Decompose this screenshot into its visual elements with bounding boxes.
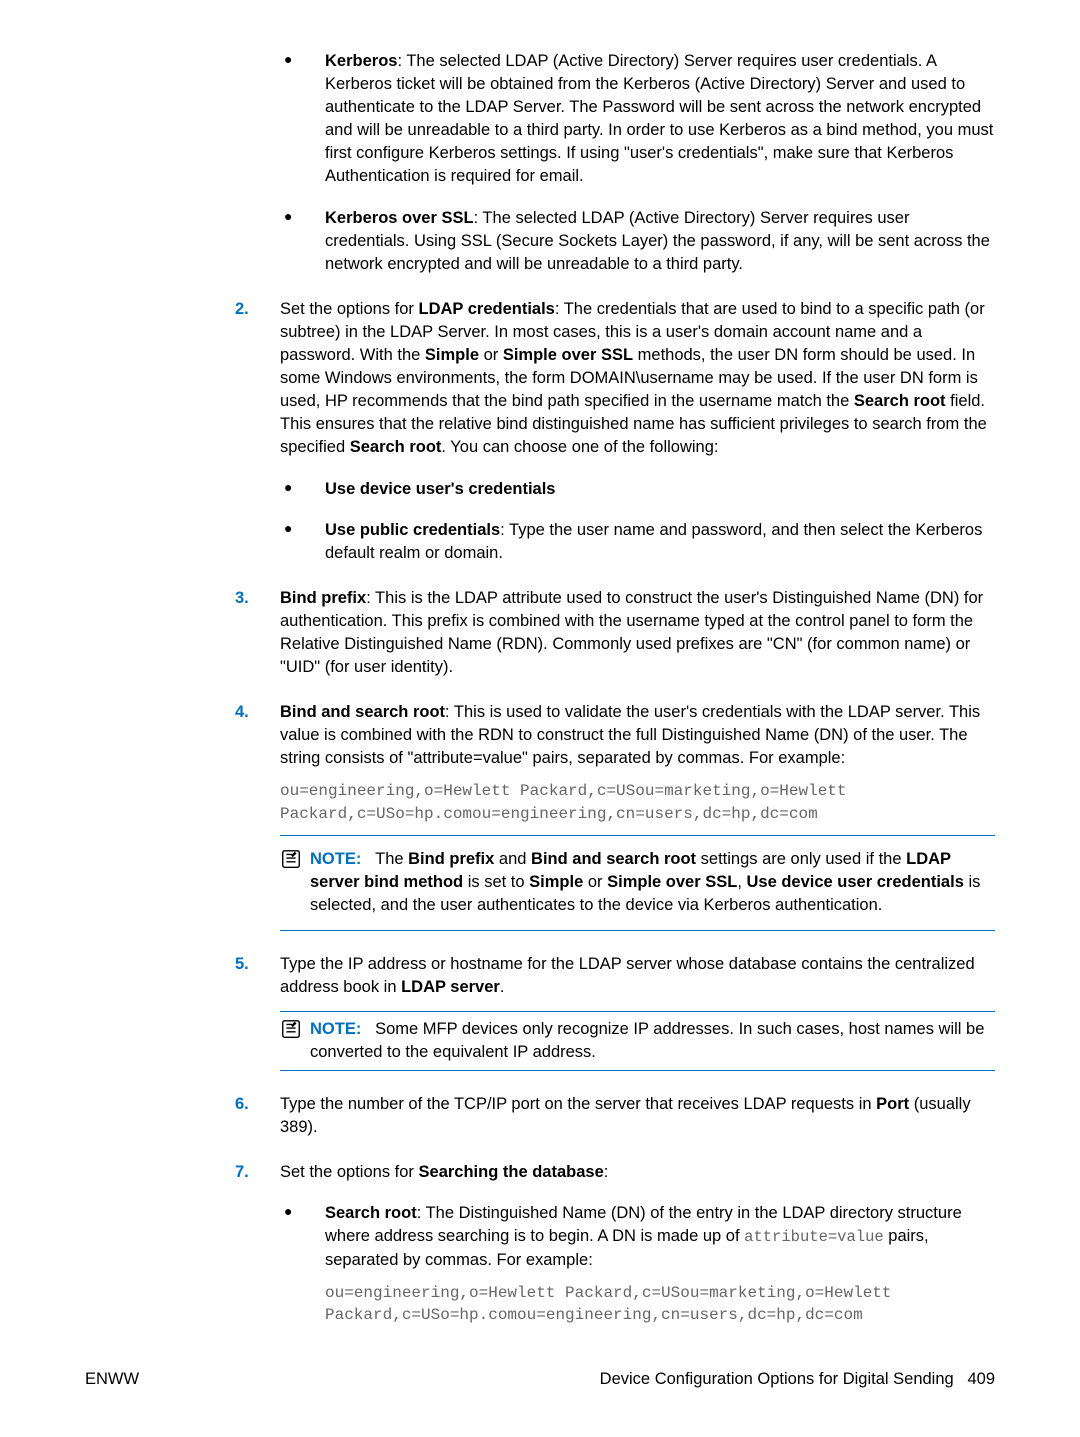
- text: : This is the LDAP attribute used to con…: [280, 589, 983, 676]
- step-5: 5. Type the IP address or hostname for t…: [235, 953, 995, 1071]
- note-text: or: [583, 873, 607, 891]
- code-block: ou=engineering,o=Hewlett Packard,c=USou=…: [325, 1282, 995, 1327]
- note-text: and: [494, 850, 531, 868]
- bold: LDAP credentials: [419, 300, 555, 318]
- footer-right: Device Configuration Options for Digital…: [600, 1368, 995, 1391]
- page: Kerberos: The selected LDAP (Active Dire…: [0, 0, 1080, 1437]
- text: Type the IP address or hostname for the …: [280, 955, 975, 996]
- bold: LDAP server: [401, 978, 500, 996]
- note-body: NOTE: Some MFP devices only recognize IP…: [280, 1018, 995, 1064]
- note-label: NOTE:: [310, 850, 361, 868]
- text: Type the number of the TCP/IP port on th…: [280, 1095, 876, 1113]
- step-number: 3.: [235, 587, 249, 610]
- note-text: Some MFP devices only recognize IP addre…: [310, 1020, 984, 1061]
- text: :: [604, 1163, 609, 1181]
- note-divider: [280, 835, 995, 836]
- step-number: 2.: [235, 298, 249, 321]
- bold: Port: [876, 1095, 909, 1113]
- sub-bullet: Search root: The Distinguished Name (DN)…: [280, 1202, 995, 1327]
- bullet-kerberos: Kerberos: The selected LDAP (Active Dire…: [280, 50, 995, 189]
- bold: Bind prefix: [280, 589, 366, 607]
- note-text: is set to: [463, 873, 529, 891]
- bold: Bind prefix: [408, 850, 494, 868]
- text: Set the options for: [280, 1163, 419, 1181]
- numbered-steps: 2. Set the options for LDAP credentials:…: [235, 298, 995, 1327]
- step-number: 7.: [235, 1161, 249, 1184]
- bold: Simple: [529, 873, 583, 891]
- note-text: The: [375, 850, 408, 868]
- step-number: 5.: [235, 953, 249, 976]
- bold: Simple over SSL: [607, 873, 737, 891]
- bullet-title: Kerberos over SSL: [325, 209, 474, 227]
- step7-sub-bullets: Search root: The Distinguished Name (DN)…: [280, 1202, 995, 1327]
- bullet-text: : The selected LDAP (Active Directory) S…: [325, 52, 993, 185]
- note-block: NOTE: Some MFP devices only recognize IP…: [280, 1018, 995, 1064]
- step-2: 2. Set the options for LDAP credentials:…: [235, 298, 995, 565]
- step-7: 7. Set the options for Searching the dat…: [235, 1161, 995, 1327]
- step-3: 3. Bind prefix: This is the LDAP attribu…: [235, 587, 995, 679]
- text: . You can choose one of the following:: [441, 438, 718, 456]
- bullet-kerberos-ssl: Kerberos over SSL: The selected LDAP (Ac…: [280, 207, 995, 276]
- intro-bullets: Kerberos: The selected LDAP (Active Dire…: [280, 50, 995, 276]
- note-divider: [280, 930, 995, 931]
- page-footer: ENWW Device Configuration Options for Di…: [85, 1368, 995, 1391]
- text: or: [479, 346, 503, 364]
- step2-sub-bullets: Use device user's credentials Use public…: [280, 478, 995, 565]
- footer-section-title: Device Configuration Options for Digital…: [600, 1370, 954, 1388]
- inline-code: attribute=value: [744, 1228, 884, 1246]
- note-body: NOTE: The Bind prefix and Bind and searc…: [280, 848, 995, 917]
- text: Set the options for: [280, 300, 419, 318]
- note-block: NOTE: The Bind prefix and Bind and searc…: [280, 848, 995, 917]
- bold: Bind and search root: [280, 703, 445, 721]
- bullet-title: Kerberos: [325, 52, 397, 70]
- bold: Search root: [350, 438, 442, 456]
- bold: Search root: [854, 392, 946, 410]
- sub-bullet: Use public credentials: Type the user na…: [280, 519, 995, 565]
- note-icon: [280, 848, 302, 870]
- text: .: [500, 978, 505, 996]
- bold: Bind and search root: [531, 850, 696, 868]
- bullet-title: Use device user's credentials: [325, 480, 555, 498]
- bold: Use device user credentials: [747, 873, 964, 891]
- note-text: settings are only used if the: [696, 850, 906, 868]
- bullet-title: Use public credentials: [325, 521, 500, 539]
- note-label: NOTE:: [310, 1020, 361, 1038]
- bold: Simple: [425, 346, 479, 364]
- footer-left: ENWW: [85, 1368, 139, 1391]
- sub-bullet: Use device user's credentials: [280, 478, 995, 501]
- content-column: Kerberos: The selected LDAP (Active Dire…: [235, 50, 995, 1327]
- step-6: 6. Type the number of the TCP/IP port on…: [235, 1093, 995, 1139]
- step-number: 4.: [235, 701, 249, 724]
- note-icon: [280, 1018, 302, 1040]
- note-divider: [280, 1070, 995, 1071]
- note-divider: [280, 1011, 995, 1012]
- step-4: 4. Bind and search root: This is used to…: [235, 701, 995, 930]
- bullet-title: Search root: [325, 1204, 417, 1222]
- bold: Simple over SSL: [503, 346, 633, 364]
- page-number: 409: [967, 1370, 995, 1388]
- code-block: ou=engineering,o=Hewlett Packard,c=USou=…: [280, 780, 995, 825]
- note-text: ,: [737, 873, 746, 891]
- step-number: 6.: [235, 1093, 249, 1116]
- bold: Searching the database: [419, 1163, 604, 1181]
